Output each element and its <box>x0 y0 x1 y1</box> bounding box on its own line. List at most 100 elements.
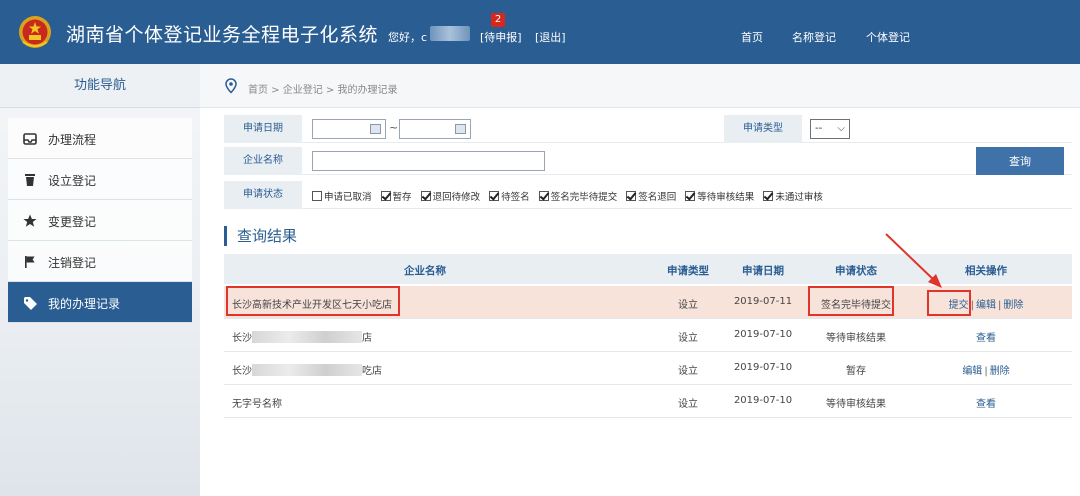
masked-text <box>252 364 362 376</box>
row-date: 2019-07-10 <box>733 395 793 406</box>
sidebar-item-label: 注销登记 <box>48 256 97 270</box>
view-link[interactable]: 查看 <box>976 399 996 410</box>
status-checkbox-group: 申请已取消 暂存 退回待修改 待签名 签名完毕待提交 签名退回 等待审核结果 未… <box>312 189 829 203</box>
annotation-box-company <box>226 286 400 316</box>
annotation-box-submit <box>927 290 971 316</box>
masked-text <box>252 331 362 343</box>
form-row-date: 申请日期 ~ 申请类型 -- ⌵ <box>224 115 1072 143</box>
top-header: 湖南省个体登记业务全程电子化系统 您好，c 2 [待申报] [退出] 首页 名称… <box>0 0 1080 64</box>
sidebar-item-process[interactable]: 办理流程 <box>8 118 192 159</box>
system-title: 湖南省个体登记业务全程电子化系统 <box>66 24 379 46</box>
sidebar-item-label: 设立登记 <box>48 174 97 188</box>
sidebar-title: 功能导航 <box>0 64 200 108</box>
sidebar-item-label: 我的办理记录 <box>48 297 121 311</box>
date-separator: ~ <box>389 121 399 134</box>
col-name-header: 企业名称 <box>404 265 446 277</box>
row-type: 设立 <box>678 300 698 311</box>
col-type-header: 申请类型 <box>667 265 709 277</box>
type-select[interactable]: -- ⌵ <box>810 119 850 139</box>
row-actions: 编辑 | 删除 <box>962 366 1010 377</box>
table-row: 长沙 吃店 设立 2019-07-10 暂存 编辑 | 删除 <box>224 352 1072 385</box>
status-checkbox-to-sign[interactable]: 待签名 <box>489 189 530 203</box>
sidebar-item-label: 办理流程 <box>48 133 97 147</box>
masked-username <box>430 26 470 41</box>
status-checkbox-signed-to-submit[interactable]: 签名完毕待提交 <box>538 189 617 203</box>
row-type: 设立 <box>678 366 698 377</box>
calendar-icon <box>455 124 466 134</box>
checkbox-box <box>626 191 637 201</box>
checkbox-box <box>685 191 696 201</box>
delete-link[interactable]: 删除 <box>990 366 1010 377</box>
nav-home[interactable]: 首页 <box>741 29 763 45</box>
breadcrumb-bar: 首页 > 企业登记 > 我的办理记录 <box>200 64 1080 108</box>
row-company-name: 长沙 吃店 <box>232 364 382 377</box>
status-checkbox-returned[interactable]: 退回待修改 <box>420 189 480 203</box>
inbox-icon <box>23 133 37 145</box>
flag-icon <box>25 256 35 268</box>
row-actions: 查看 <box>930 329 1042 344</box>
sidebar-item-cancel[interactable]: 注销登记 <box>8 241 192 282</box>
type-select-value: -- <box>815 123 823 134</box>
row-company-name: 无字号名称 <box>232 399 282 410</box>
nav-individual-registration[interactable]: 个体登记 <box>866 29 910 45</box>
name-label: 企业名称 <box>224 147 302 175</box>
star-icon <box>23 214 37 227</box>
row-status: 等待审核结果 <box>826 399 886 410</box>
location-pin-icon <box>225 78 237 94</box>
row-date: 2019-07-10 <box>733 329 793 340</box>
checkbox-box <box>538 191 549 201</box>
status-checkbox-sign-returned[interactable]: 签名退回 <box>626 189 676 203</box>
pending-count-badge: 2 <box>491 13 505 27</box>
start-date-input[interactable] <box>312 119 386 139</box>
date-label: 申请日期 <box>224 115 302 143</box>
checkbox-box <box>489 191 500 201</box>
status-checkbox-cancelled[interactable]: 申请已取消 <box>312 189 372 203</box>
sidebar-item-my-records[interactable]: 我的办理记录 <box>8 282 192 323</box>
row-status: 暂存 <box>846 366 866 377</box>
annotation-arrow-icon <box>885 233 942 288</box>
status-checkbox-awaiting-review[interactable]: 等待审核结果 <box>685 189 754 203</box>
status-label: 申请状态 <box>224 181 302 209</box>
user-greeting: 您好，c <box>388 31 428 44</box>
form-row-status: 申请状态 申请已取消 暂存 退回待修改 待签名 签名完毕待提交 签名退回 等待审… <box>224 181 1072 209</box>
row-date: 2019-07-10 <box>733 362 793 373</box>
row-type: 设立 <box>678 399 698 410</box>
sidebar-item-change[interactable]: 变更登记 <box>8 200 192 241</box>
row-status: 等待审核结果 <box>826 333 886 344</box>
edit-link[interactable]: 编辑 <box>962 366 982 377</box>
view-link[interactable]: 查看 <box>976 333 996 344</box>
tag-icon <box>24 297 37 310</box>
row-date: 2019-07-11 <box>733 296 793 307</box>
national-emblem-icon <box>19 16 51 48</box>
table-row: 无字号名称 设立 2019-07-10 等待审核结果 查看 <box>224 385 1072 418</box>
checkbox-box <box>312 191 322 201</box>
row-actions: 查看 <box>930 395 1042 410</box>
col-date-header: 申请日期 <box>742 265 784 277</box>
row-company-name: 长沙店 <box>232 331 372 344</box>
trash-icon <box>25 174 35 186</box>
company-name-input[interactable] <box>312 151 545 171</box>
chevron-down-icon: ⌵ <box>837 123 845 134</box>
breadcrumb: 首页 > 企业登记 > 我的办理记录 <box>248 85 398 96</box>
logout-link[interactable]: [退出] <box>535 29 566 45</box>
type-label: 申请类型 <box>724 115 802 143</box>
edit-link[interactable]: 编辑 <box>976 300 996 311</box>
end-date-input[interactable] <box>399 119 471 139</box>
status-checkbox-draft[interactable]: 暂存 <box>380 189 412 203</box>
row-type: 设立 <box>678 333 698 344</box>
sidebar-item-establish[interactable]: 设立登记 <box>8 159 192 200</box>
status-checkbox-rejected[interactable]: 未通过审核 <box>763 189 823 203</box>
checkbox-box <box>380 191 391 201</box>
results-title: 查询结果 <box>224 226 297 246</box>
sidebar-menu: 办理流程 设立登记 变更登记 注销登记 我的办理记录 <box>8 118 192 323</box>
checkbox-box <box>763 191 774 201</box>
sidebar-item-label: 变更登记 <box>48 215 97 229</box>
pending-link[interactable]: [待申报] <box>480 29 522 45</box>
form-row-name: 企业名称 <box>224 147 1072 175</box>
query-button[interactable]: 查询 <box>976 147 1064 175</box>
table-row: 长沙店 设立 2019-07-10 等待审核结果 查看 <box>224 319 1072 352</box>
nav-name-registration[interactable]: 名称登记 <box>792 29 836 45</box>
calendar-icon <box>370 124 381 134</box>
checkbox-box <box>420 191 431 201</box>
delete-link[interactable]: 删除 <box>1003 300 1023 311</box>
